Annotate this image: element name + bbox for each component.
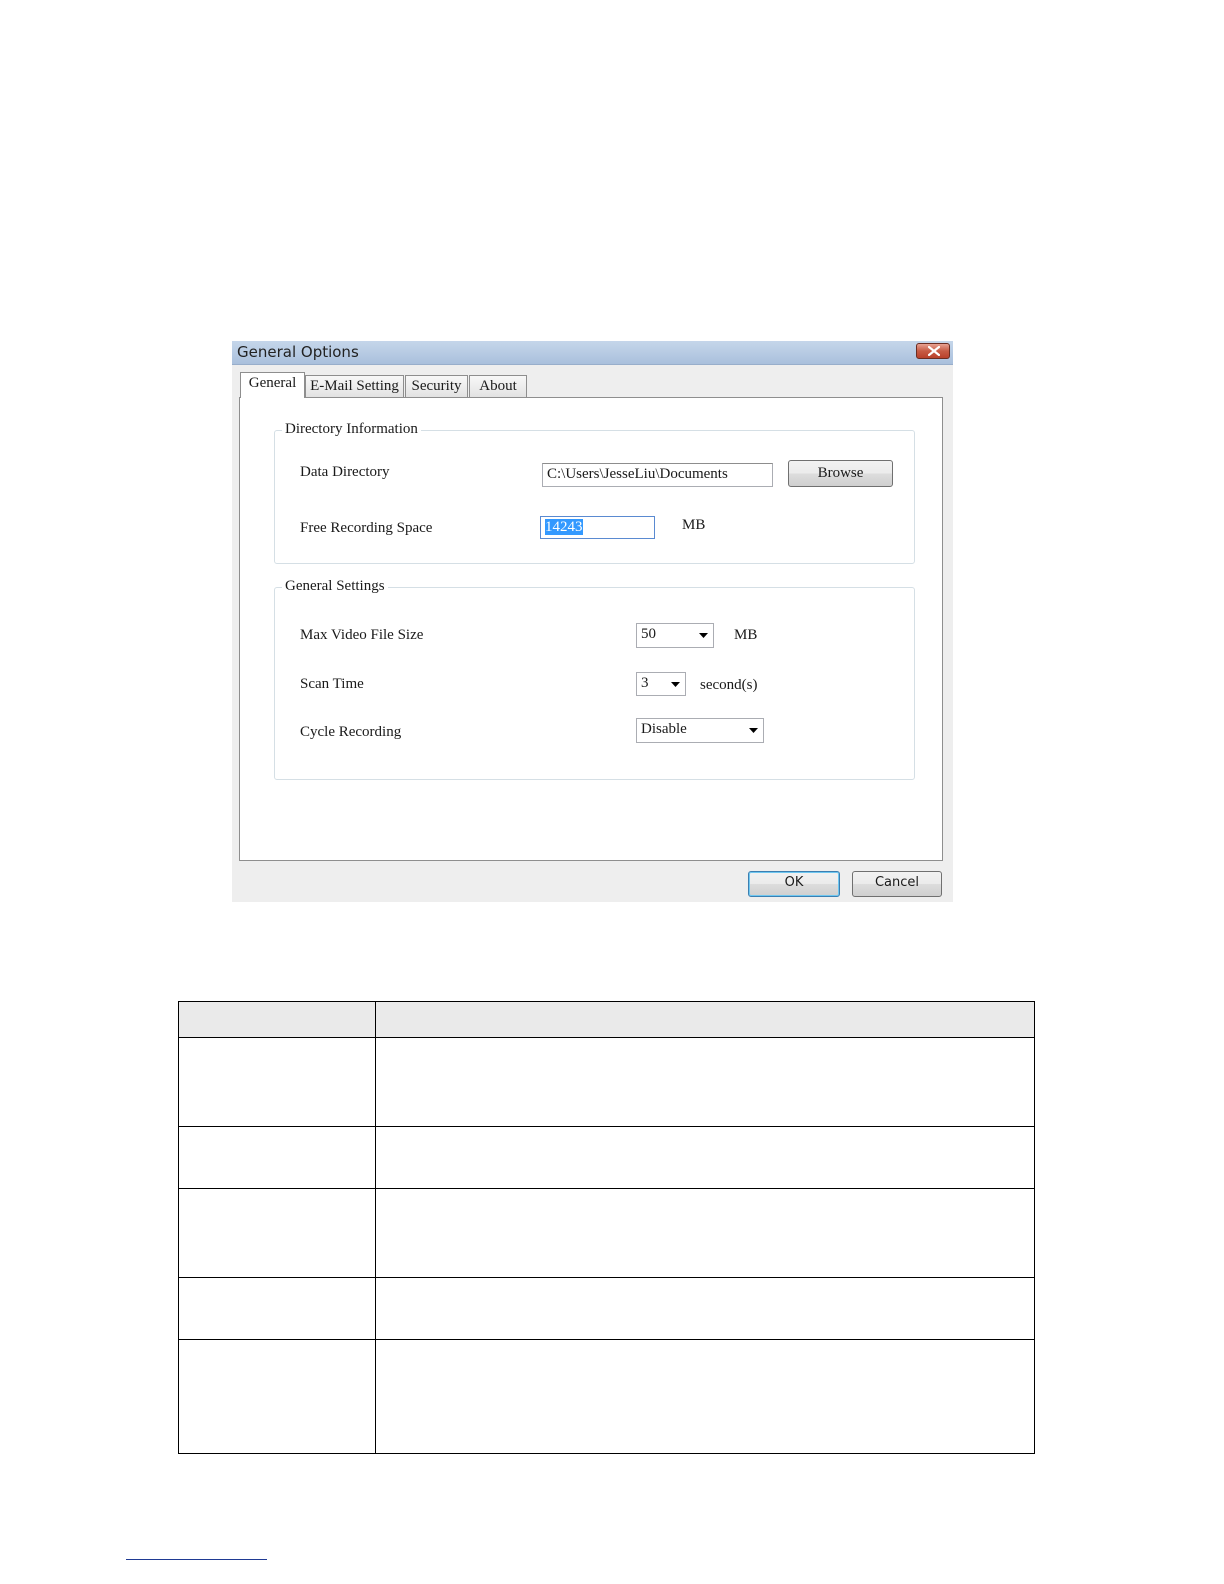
free-recording-space-unit: MB xyxy=(682,517,706,533)
max-video-file-size-label: Max Video File Size xyxy=(300,627,424,643)
close-icon xyxy=(928,346,940,356)
settings-description-table xyxy=(178,1001,1035,1454)
free-recording-space-label: Free Recording Space xyxy=(300,520,433,536)
cycle-recording-value: Disable xyxy=(641,721,687,737)
tab-about[interactable]: About xyxy=(469,375,527,397)
table-row xyxy=(178,1339,1035,1454)
data-directory-input[interactable]: C:\Users\JesseLiu\Documents xyxy=(542,463,773,487)
free-recording-space-value: 14243 xyxy=(545,519,583,535)
chevron-down-icon xyxy=(671,682,680,687)
table-cell xyxy=(178,1126,376,1189)
table-cell xyxy=(375,1126,1035,1189)
tab-security[interactable]: Security xyxy=(405,375,468,397)
browse-button-label: Browse xyxy=(817,465,864,481)
table-row xyxy=(178,1126,1035,1189)
scan-time-unit: second(s) xyxy=(700,677,758,693)
table-row xyxy=(178,1037,1035,1127)
scan-time-select[interactable]: 3 xyxy=(636,672,686,696)
table-cell xyxy=(375,1277,1035,1340)
browse-button[interactable]: Browse xyxy=(788,460,893,487)
ok-button[interactable]: OK xyxy=(748,871,840,897)
scan-time-label: Scan Time xyxy=(300,676,364,692)
max-video-file-size-select[interactable]: 50 xyxy=(636,623,714,648)
table-cell xyxy=(375,1339,1035,1454)
table-header-row xyxy=(178,1001,1035,1038)
chevron-down-icon xyxy=(699,633,708,638)
table-cell xyxy=(178,1339,376,1454)
cycle-recording-label: Cycle Recording xyxy=(300,724,402,740)
scan-time-value: 3 xyxy=(641,675,649,691)
general-settings-group xyxy=(274,587,915,780)
cancel-button[interactable]: Cancel xyxy=(852,871,942,897)
table-row xyxy=(178,1188,1035,1278)
tab-email-setting[interactable]: E-Mail Setting xyxy=(305,375,404,397)
max-video-file-size-unit: MB xyxy=(734,627,758,643)
table-header-cell xyxy=(178,1001,376,1038)
max-video-file-size-value: 50 xyxy=(641,626,656,642)
cycle-recording-select[interactable]: Disable xyxy=(636,718,764,743)
directory-information-legend: Directory Information xyxy=(282,420,421,438)
chevron-down-icon xyxy=(749,728,758,733)
table-header-cell xyxy=(375,1001,1035,1038)
table-cell xyxy=(375,1188,1035,1278)
directory-information-group xyxy=(274,430,915,564)
tab-general[interactable]: General xyxy=(240,372,305,398)
footnote-separator xyxy=(126,1559,267,1560)
close-button[interactable] xyxy=(916,343,950,359)
table-cell xyxy=(178,1188,376,1278)
free-recording-space-input[interactable]: 14243 xyxy=(540,516,655,539)
table-cell xyxy=(178,1277,376,1340)
title-bar[interactable]: General Options xyxy=(232,341,953,365)
data-directory-label: Data Directory xyxy=(300,464,390,480)
table-cell xyxy=(178,1037,376,1127)
general-settings-legend: General Settings xyxy=(282,577,388,595)
table-row xyxy=(178,1277,1035,1340)
dialog-title: General Options xyxy=(237,343,359,361)
table-cell xyxy=(375,1037,1035,1127)
